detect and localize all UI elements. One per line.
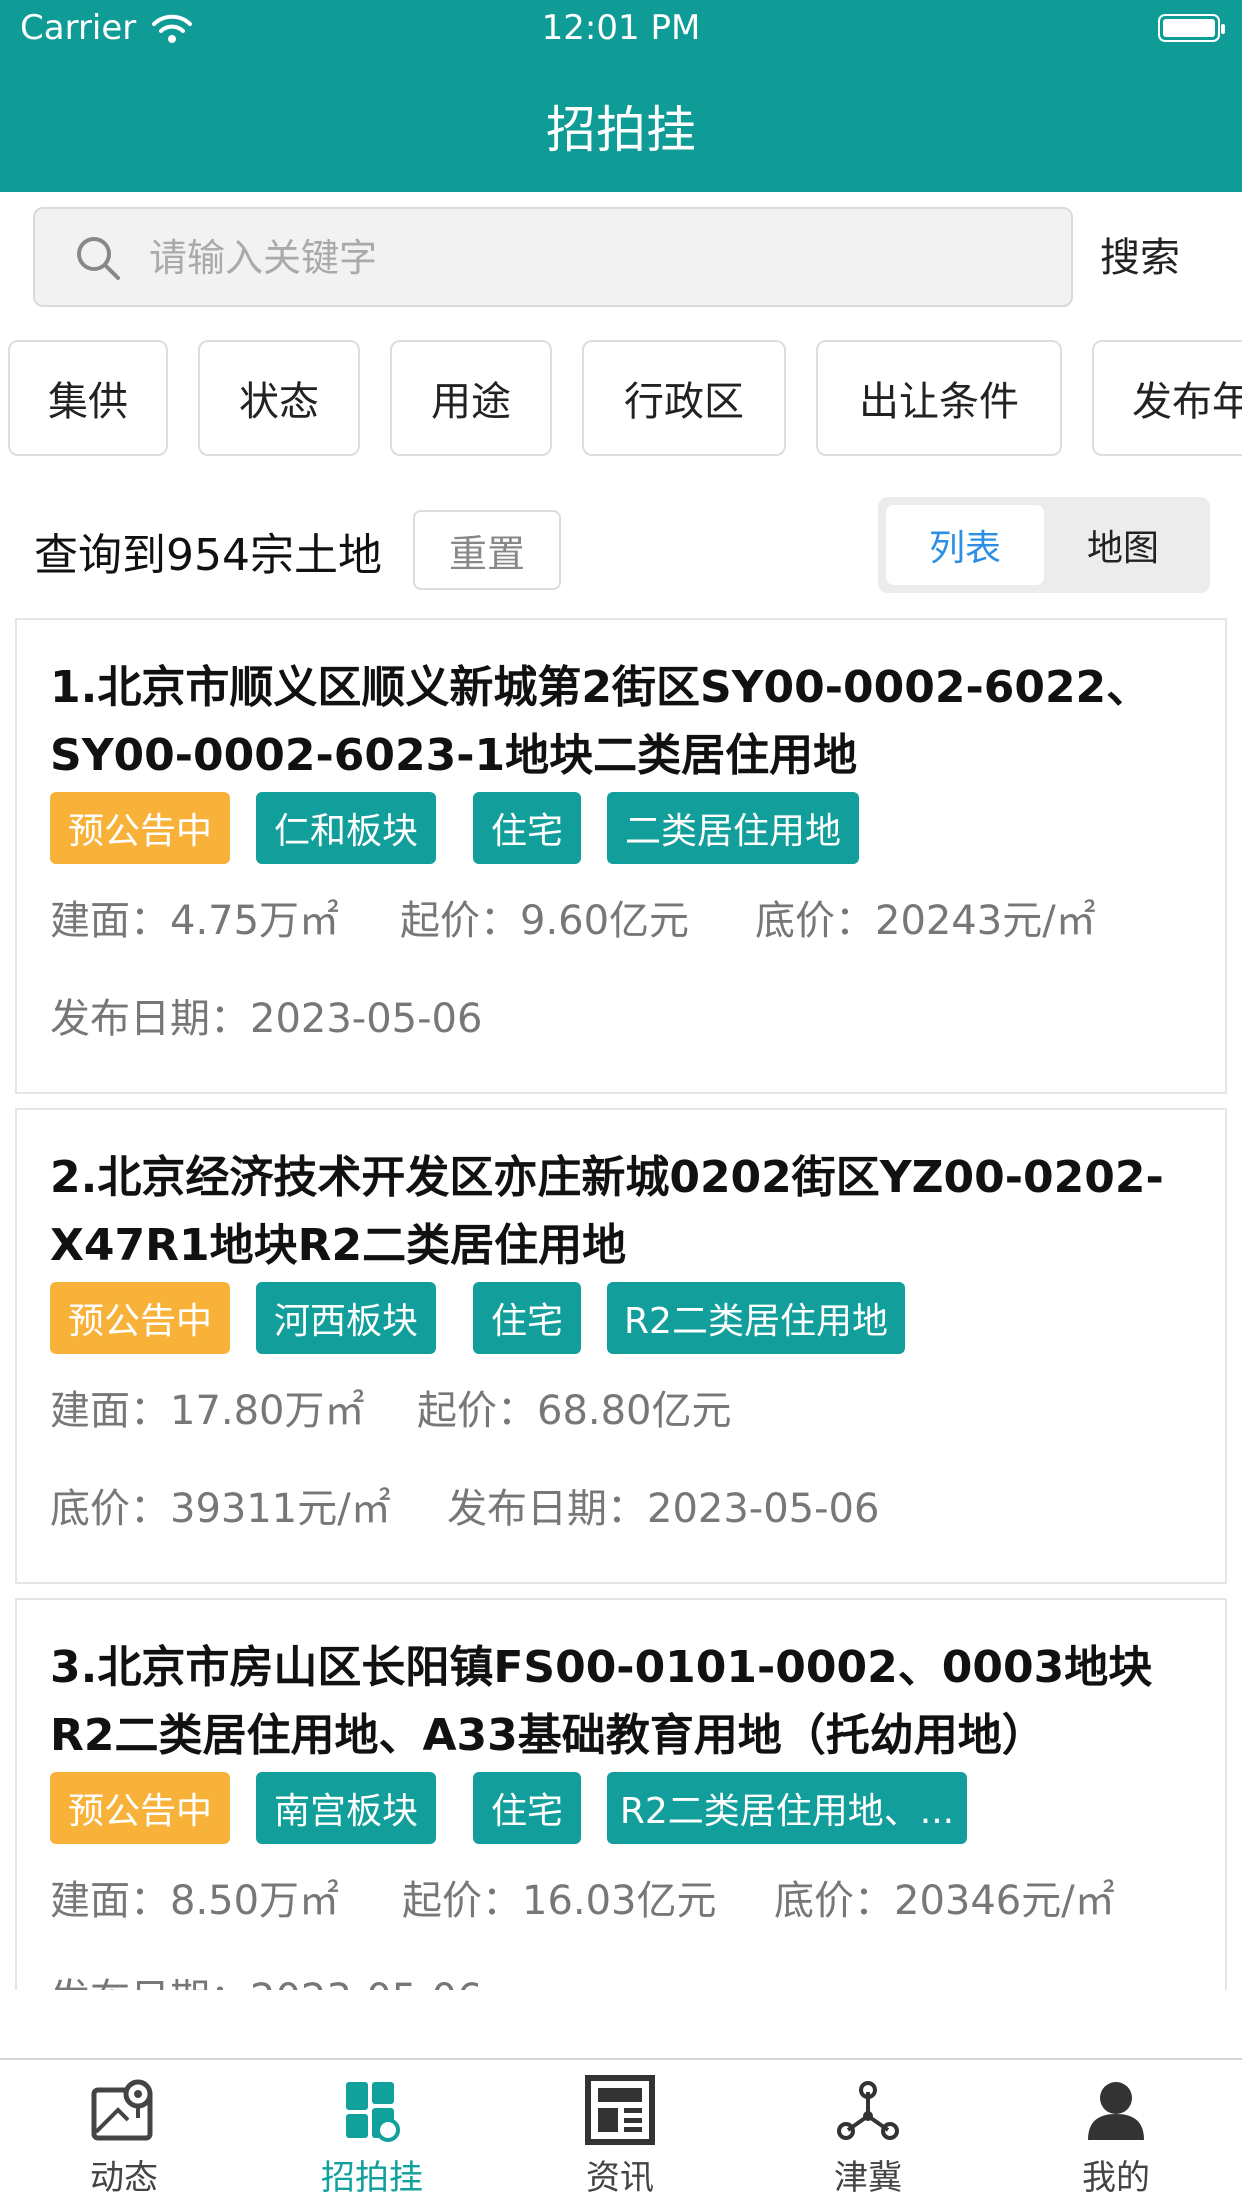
search-input[interactable]: [147, 209, 1051, 307]
listing-title: 2.北京经济技术开发区亦庄新城0202街区YZ00-0202-X47R1地块R2…: [50, 1152, 1164, 1271]
result-count: 查询到954宗土地: [34, 530, 382, 581]
status-badge: 预公告中: [50, 1772, 230, 1844]
filter-chip-status[interactable]: 状态: [198, 340, 360, 456]
block-tag: 河西板块: [256, 1282, 436, 1354]
battery-icon: [1158, 14, 1225, 42]
tab-label: 招拍挂: [321, 2158, 423, 2198]
listing-floor-price: 底价：20243元/㎡: [755, 898, 1096, 944]
search-button[interactable]: 搜索: [1100, 225, 1180, 283]
listing-start-price: 起价：9.60亿元: [400, 898, 690, 944]
tab-label: 动态: [90, 2158, 158, 2198]
listing-publish-date: 发布日期：2023-05-06: [447, 1486, 880, 1532]
land-auction-icon: [346, 2082, 400, 2142]
listing-publish-date: 发布日期：2023-05-06: [50, 1966, 482, 1990]
land-type-tag: R2二类居住用地: [607, 1282, 905, 1354]
newspaper-icon: [585, 2075, 655, 2145]
listing-floor-price: 底价：39311元/㎡: [50, 1486, 391, 1532]
top-header: Carrier 12:01 PM 招拍挂: [0, 0, 1242, 192]
map-pin-icon: [91, 2079, 153, 2141]
filter-bar: 集供 状态 用途 行政区 出让条件 发布年: [0, 338, 1242, 460]
bottom-tab-bar: 动态 招拍挂 资讯 津冀 我的: [0, 2058, 1242, 2208]
listing-area: 建面：17.80万㎡: [50, 1388, 365, 1434]
block-tag: 仁和板块: [256, 792, 436, 864]
usage-tag: 住宅: [473, 1772, 581, 1844]
tab-news[interactable]: 资讯: [496, 2060, 744, 2210]
filter-chip-district[interactable]: 行政区: [582, 340, 786, 456]
listing-area: 建面：4.75万㎡: [50, 898, 340, 944]
listing-title: 3.北京市房山区长阳镇FS00-0101-0002、0003地块R2二类居住用地…: [50, 1642, 1153, 1761]
listing-card[interactable]: 3.北京市房山区长阳镇FS00-0101-0002、0003地块R2二类居住用地…: [15, 1598, 1227, 1990]
view-list-tab[interactable]: 列表: [886, 505, 1044, 585]
tab-mine[interactable]: 我的: [992, 2060, 1240, 2210]
reset-button[interactable]: 重置: [413, 510, 561, 590]
tab-label: 资讯: [586, 2158, 654, 2198]
land-type-tag: 二类居住用地: [607, 792, 859, 864]
filter-chip-publish-year[interactable]: 发布年: [1092, 340, 1242, 456]
page-title: 招拍挂: [546, 101, 696, 159]
listing-publish-date: 发布日期：2023-05-06: [50, 996, 483, 1042]
tab-tianjin-hebei[interactable]: 津冀: [744, 2060, 992, 2210]
tab-label: 津冀: [834, 2158, 902, 2198]
status-badge: 预公告中: [50, 1282, 230, 1354]
usage-tag: 住宅: [473, 792, 581, 864]
land-type-tag: R2二类居住用地、...: [607, 1772, 967, 1844]
view-toggle: 列表 地图: [878, 497, 1210, 593]
status-time: 12:01 PM: [541, 8, 701, 48]
usage-tag: 住宅: [473, 1282, 581, 1354]
network-icon: [837, 2081, 899, 2140]
user-icon: [1088, 2082, 1144, 2140]
status-badge: 预公告中: [50, 792, 230, 864]
listing-floor-price: 底价：20346元/㎡: [774, 1878, 1115, 1924]
listing-area: 建面：8.50万㎡: [50, 1878, 340, 1924]
search-icon: [77, 237, 120, 280]
tab-dynamics[interactable]: 动态: [0, 2060, 248, 2210]
status-bar: Carrier 12:01 PM: [0, 0, 1242, 62]
listing-title: 1.北京市顺义区顺义新城第2街区SY00-0002-6022、SY00-0002…: [50, 662, 1151, 781]
listing-start-price: 起价：16.03亿元: [402, 1878, 717, 1924]
filter-chip-usage[interactable]: 用途: [390, 340, 552, 456]
listing-list[interactable]: 1.北京市顺义区顺义新城第2街区SY00-0002-6022、SY00-0002…: [0, 612, 1242, 1990]
tab-auction[interactable]: 招拍挂: [248, 2060, 496, 2210]
tab-label: 我的: [1082, 2158, 1150, 2198]
filter-chip-transfer-terms[interactable]: 出让条件: [816, 340, 1062, 456]
search-field[interactable]: [33, 207, 1073, 307]
listing-start-price: 起价：68.80亿元: [417, 1388, 732, 1434]
view-map-tab[interactable]: 地图: [1044, 505, 1202, 585]
listing-card[interactable]: 2.北京经济技术开发区亦庄新城0202街区YZ00-0202-X47R1地块R2…: [15, 1108, 1227, 1584]
filter-chip-supply[interactable]: 集供: [8, 340, 168, 456]
listing-card[interactable]: 1.北京市顺义区顺义新城第2街区SY00-0002-6022、SY00-0002…: [15, 618, 1227, 1094]
block-tag: 南宫板块: [256, 1772, 436, 1844]
